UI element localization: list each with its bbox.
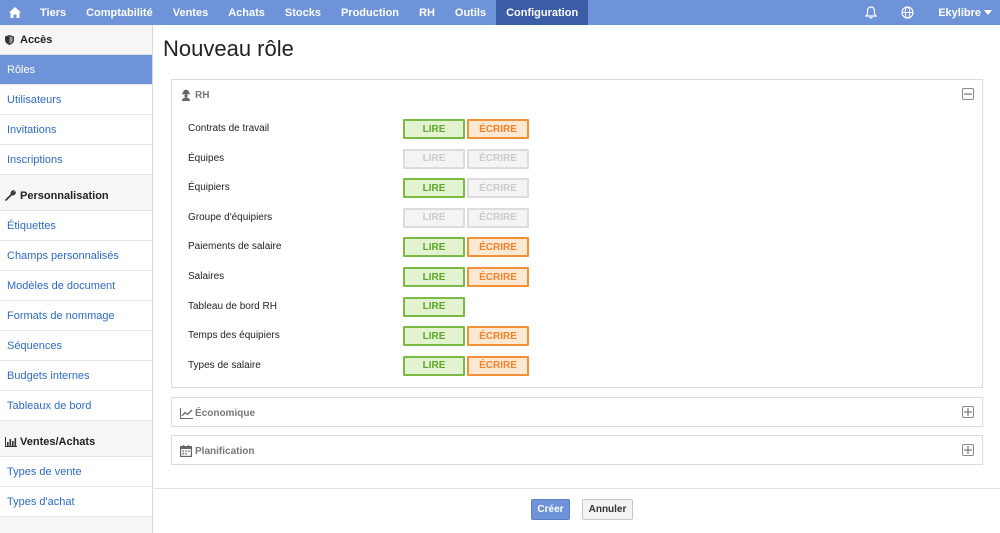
bell-icon [865,6,878,19]
panel-planification-header[interactable]: Planification [172,436,982,466]
expand-icon[interactable] [962,444,974,456]
sidebar-section-acces: Accès [0,25,152,55]
language-button[interactable] [889,0,926,25]
read-toggle-button[interactable]: LIRE [403,355,465,376]
permission-label: Types de salaire [188,359,261,371]
write-toggle-button[interactable]: ÉCRIRE [467,326,529,347]
write-toggle-button[interactable]: ÉCRIRE [467,237,529,258]
read-toggle-button[interactable]: LIRE [403,267,465,287]
write-toggle-button[interactable]: ÉCRIRE [467,267,529,287]
top-navigation: Tiers Comptabilité Ventes Achats Stocks … [0,0,1000,25]
permission-label: Équipiers [188,182,230,194]
sidebar-item-utilisateurs[interactable]: Utilisateurs [0,85,152,115]
globe-icon [901,6,914,19]
sidebar-item-etiquettes[interactable]: Étiquettes [0,211,152,241]
nav-production[interactable]: Production [331,0,409,25]
permission-label: Groupe d'équipiers [188,211,273,223]
permission-label: Salaires [188,271,225,282]
nav-configuration[interactable]: Configuration [496,0,589,25]
panel-economique-header[interactable]: Économique [172,398,982,428]
sidebar-item-types-dachat[interactable]: Types d'achat [0,487,152,517]
read-toggle-button[interactable]: LIRE [403,207,465,228]
collapse-icon[interactable] [962,88,974,100]
sidebar-section-title: Accès [20,33,53,46]
sidebar-item-roles[interactable]: Rôles [0,55,152,85]
expand-icon[interactable] [962,406,974,418]
sidebar-section-personnalisation: Personnalisation [0,181,152,211]
permission-label: Tableau de bord RH [188,300,277,312]
nav-stocks[interactable]: Stocks [275,0,331,25]
nav-outils[interactable]: Outils [445,0,496,25]
read-toggle-button[interactable]: LIRE [403,119,465,139]
permission-label: Contrats de travail [188,123,270,134]
panel-rh-title: RH [195,89,210,101]
sidebar-item-champs-personnalises[interactable]: Champs personnalisés [0,241,152,271]
caret-down-icon [984,10,992,15]
line-chart-icon [180,407,194,419]
nav-rh[interactable]: RH [409,0,445,25]
panel-planification-title: Planification [195,445,255,457]
nav-ventes[interactable]: Ventes [163,0,218,25]
sidebar-item-formats-nommage[interactable]: Formats de nommage [0,301,152,331]
sidebar-item-sequences[interactable]: Séquences [0,331,152,361]
form-actions [154,488,1000,533]
bar-chart-icon [5,436,17,447]
panel-economique-title: Économique [195,407,256,419]
sidebar-item-budgets-internes[interactable]: Budgets internes [0,361,152,391]
sidebar-item-modeles-document[interactable]: Modèles de document [0,271,152,301]
sidebar-item-inscriptions[interactable]: Inscriptions [0,145,152,175]
write-toggle-button[interactable]: ÉCRIRE [467,207,529,228]
cancel-button[interactable]: Annuler [582,499,633,520]
home-button[interactable] [0,0,30,25]
worker-icon [180,89,194,101]
notifications-button[interactable] [853,0,889,25]
sidebar-section-ventes-achats: Ventes/Achats [0,427,152,457]
nav-achats[interactable]: Achats [218,0,275,25]
sidebar-item-types-de-vente[interactable]: Types de vente [0,457,152,487]
sidebar: Accès Rôles Utilisateurs Invitations Ins… [0,25,153,533]
sidebar-section-title: Personnalisation [20,189,109,202]
sidebar-item-tableaux-de-bord[interactable]: Tableaux de bord [0,391,152,421]
read-toggle-button[interactable]: LIRE [403,148,465,169]
write-toggle-button[interactable]: ÉCRIRE [467,178,529,199]
nav-comptabilite[interactable]: Comptabilité [76,0,163,25]
calendar-icon [180,445,194,457]
write-toggle-button[interactable]: ÉCRIRE [467,355,529,376]
panel-economique: Économique [171,397,983,427]
sidebar-item-invitations[interactable]: Invitations [0,115,152,145]
read-toggle-button[interactable]: LIRE [403,237,465,258]
panel-rh: RH Contrats de travail LIRE ÉCRIRE Équipes L… [171,79,983,388]
create-button[interactable]: Créer [531,499,570,520]
wrench-icon [5,190,17,201]
page-title: Nouveau rôle [163,36,294,61]
permission-label: Équipes [188,152,225,164]
nav-tiers[interactable]: Tiers [30,0,76,25]
sidebar-section-title: Ventes/Achats [20,435,96,448]
permission-label: Temps des équipiers [188,330,280,342]
user-name: Ekylibre [938,6,981,19]
home-icon [9,7,21,18]
write-toggle-button[interactable]: ÉCRIRE [467,148,529,169]
read-toggle-button[interactable]: LIRE [403,178,465,199]
read-toggle-button[interactable]: LIRE [403,296,465,317]
panel-planification: Planification [171,435,983,465]
read-toggle-button[interactable]: LIRE [403,326,465,347]
user-menu[interactable]: Ekylibre [926,0,1000,25]
panel-rh-header[interactable]: RH [172,80,982,110]
permission-label: Paiements de salaire [188,241,282,253]
shield-icon [5,34,17,45]
write-toggle-button[interactable]: ÉCRIRE [467,119,529,139]
